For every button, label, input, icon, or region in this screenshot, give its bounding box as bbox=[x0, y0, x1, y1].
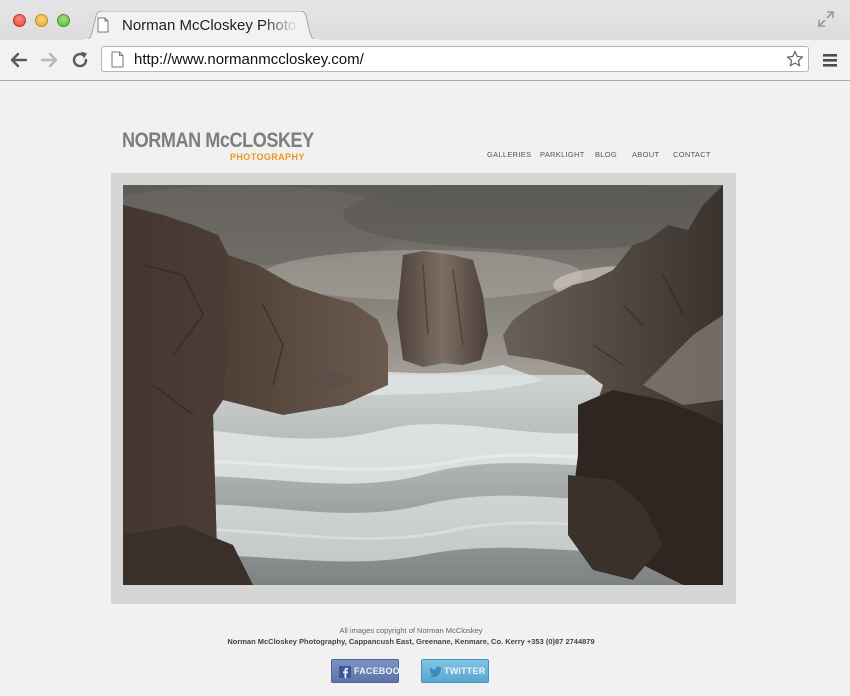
nav-galleries[interactable]: GALLERIES bbox=[487, 150, 531, 159]
twitter-label: TWITTER bbox=[444, 666, 486, 676]
minimize-window-button[interactable] bbox=[35, 14, 48, 27]
nav-blog[interactable]: BLOG bbox=[595, 150, 617, 159]
footer-address: Norman McCloskey Photography, Cappancush… bbox=[227, 637, 595, 646]
reload-icon[interactable] bbox=[69, 49, 91, 71]
facebook-label: FACEBOOK bbox=[354, 666, 407, 676]
nav-about[interactable]: ABOUT bbox=[632, 150, 659, 159]
page-content: NORMAN McCLOSKEY PHOTOGRAPHY GALLERIES P… bbox=[0, 81, 850, 696]
browser-tab[interactable]: Norman McCloskey Photography bbox=[82, 11, 320, 41]
tab-title: Norman McCloskey Photography bbox=[122, 17, 298, 34]
url-text[interactable]: http://www.normanmccloskey.com/ bbox=[134, 51, 364, 68]
facebook-icon bbox=[339, 665, 351, 678]
menu-icon[interactable] bbox=[821, 50, 839, 70]
browser-chrome: Norman McCloskey Photography http://www.… bbox=[0, 0, 850, 81]
address-bar[interactable]: http://www.normanmccloskey.com/ bbox=[101, 46, 809, 72]
twitter-icon bbox=[429, 665, 442, 678]
tab-strip: Norman McCloskey Photography bbox=[0, 0, 850, 41]
browser-toolbar: http://www.normanmccloskey.com/ bbox=[0, 40, 850, 80]
back-arrow-icon[interactable] bbox=[8, 49, 30, 71]
footer-copyright: All images copyright of Norman McCloskey bbox=[339, 626, 483, 635]
zoom-window-button[interactable] bbox=[57, 14, 70, 27]
main-nav: GALLERIES PARKLIGHT BLOG ABOUT CONTACT bbox=[0, 150, 850, 162]
close-window-button[interactable] bbox=[13, 14, 26, 27]
hero-photo[interactable] bbox=[123, 185, 723, 585]
seascape-image bbox=[123, 185, 723, 585]
page-icon bbox=[111, 51, 124, 73]
star-icon[interactable] bbox=[786, 50, 804, 73]
facebook-button[interactable]: FACEBOOK bbox=[331, 659, 406, 683]
tab-page-icon bbox=[97, 17, 109, 38]
fullscreen-icon[interactable] bbox=[817, 10, 835, 33]
photo-frame bbox=[111, 173, 736, 604]
twitter-button[interactable]: TWITTER bbox=[421, 659, 489, 683]
forward-arrow-icon[interactable] bbox=[38, 49, 60, 71]
nav-contact[interactable]: CONTACT bbox=[673, 150, 711, 159]
nav-parklight[interactable]: PARKLIGHT bbox=[540, 150, 585, 159]
